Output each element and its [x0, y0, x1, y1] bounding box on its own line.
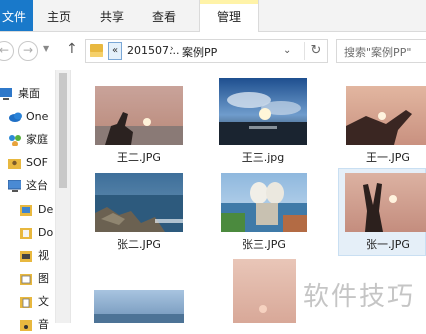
sunset-victory-hand-photo — [345, 173, 426, 232]
sidebar-item-label: One — [26, 110, 49, 123]
sidebar-item-label: 音 — [38, 318, 49, 331]
tab-share[interactable]: 共享 — [100, 0, 124, 31]
file-thumbnail[interactable] — [94, 290, 184, 323]
arrow-right-icon: → — [22, 43, 34, 57]
scrollbar-thumb[interactable] — [59, 73, 67, 188]
ribbon-tab-bar: 文件 主页 共享 查看 管理 — [0, 0, 426, 32]
file-thumbnail[interactable] — [95, 86, 183, 145]
recent-locations-dropdown-icon[interactable]: ▼ — [43, 44, 49, 53]
breadcrumb-separator-icon[interactable]: › — [170, 44, 174, 54]
video-folder-icon — [20, 251, 32, 262]
sunset-palm-photo — [346, 86, 426, 145]
file-thumbnail[interactable] — [233, 259, 296, 323]
navigation-pane: 桌面 One 家庭 SOF 这台 De Do 视 图 文 音 — [0, 70, 70, 331]
sidebar-item-label: 图 — [38, 272, 49, 285]
sunset-hand-photo — [95, 86, 183, 145]
navigation-bar: ← → ▼ ↑ « 201507... › 案例PP ⌄ ↻ 搜索"案例PP" — [0, 32, 426, 70]
sunset-clouds-photo — [219, 78, 307, 145]
file-thumbnail[interactable] — [95, 173, 183, 232]
file-name[interactable]: 张一.JPG — [328, 236, 426, 252]
forward-button[interactable]: → — [18, 41, 38, 61]
sidebar-item-label: Do — [38, 226, 54, 239]
file-thumbnail-selected[interactable] — [345, 173, 426, 232]
refresh-icon[interactable]: ↻ — [304, 42, 327, 60]
sunset-sky-photo — [233, 259, 296, 323]
file-name[interactable]: 张三.JPG — [204, 236, 324, 252]
rocky-coast-photo — [95, 173, 183, 232]
music-folder-icon — [20, 320, 32, 331]
tab-file[interactable]: 文件 — [0, 0, 33, 31]
search-input[interactable]: 搜索"案例PP" — [336, 39, 426, 63]
sea-sky-photo — [94, 290, 184, 323]
file-name[interactable]: 张二.JPG — [79, 236, 199, 252]
onedrive-icon — [9, 112, 22, 122]
file-thumbnail[interactable] — [221, 173, 307, 232]
arrow-left-icon: ← — [0, 43, 10, 57]
watermark-text: 软件技巧 — [303, 282, 416, 312]
sidebar-item-label: 桌面 — [18, 87, 40, 100]
up-arrow-icon[interactable]: ↑ — [66, 41, 78, 57]
desktop-icon — [0, 88, 12, 100]
back-button[interactable]: ← — [0, 41, 14, 61]
homegroup-icon — [9, 135, 21, 146]
sidebar-item-label: De — [38, 203, 54, 216]
address-bar[interactable]: « 201507... › 案例PP ⌄ ↻ — [85, 39, 328, 63]
address-dropdown-icon[interactable]: ⌄ — [283, 45, 291, 56]
sidebar-scrollbar[interactable] — [55, 70, 70, 323]
tab-view[interactable]: 查看 — [152, 0, 176, 31]
sidebar-item-label: 文 — [38, 295, 49, 308]
sidebar-item-label: 这台 — [26, 179, 48, 192]
sidebar-item-label: 家庭 — [26, 133, 48, 146]
folder-icon — [90, 44, 103, 57]
file-thumbnail[interactable] — [346, 86, 426, 145]
tab-manage[interactable]: 管理 — [199, 0, 259, 32]
user-folder-icon — [8, 159, 21, 169]
tab-manage-label: 管理 — [216, 10, 241, 24]
this-pc-icon — [8, 180, 21, 192]
tab-home[interactable]: 主页 — [47, 0, 71, 31]
file-name[interactable]: 王三.jpg — [203, 149, 323, 165]
pane-divider[interactable] — [70, 70, 71, 323]
sidebar-item-label: 视 — [38, 249, 49, 262]
picture-folder-icon — [20, 274, 32, 285]
seaside-sculpture-photo — [221, 173, 307, 232]
document-folder-icon — [20, 297, 32, 308]
sidebar-item-label: SOF — [26, 156, 48, 169]
breadcrumb-current[interactable]: 案例PP — [182, 44, 217, 60]
file-name[interactable]: 王二.JPG — [79, 149, 199, 165]
breadcrumb-overflow-button[interactable]: « — [108, 42, 122, 60]
folder-icon — [20, 228, 32, 239]
folder-icon — [20, 205, 32, 216]
file-name[interactable]: 王一.JPG — [328, 149, 426, 165]
file-thumbnail[interactable] — [219, 78, 307, 145]
